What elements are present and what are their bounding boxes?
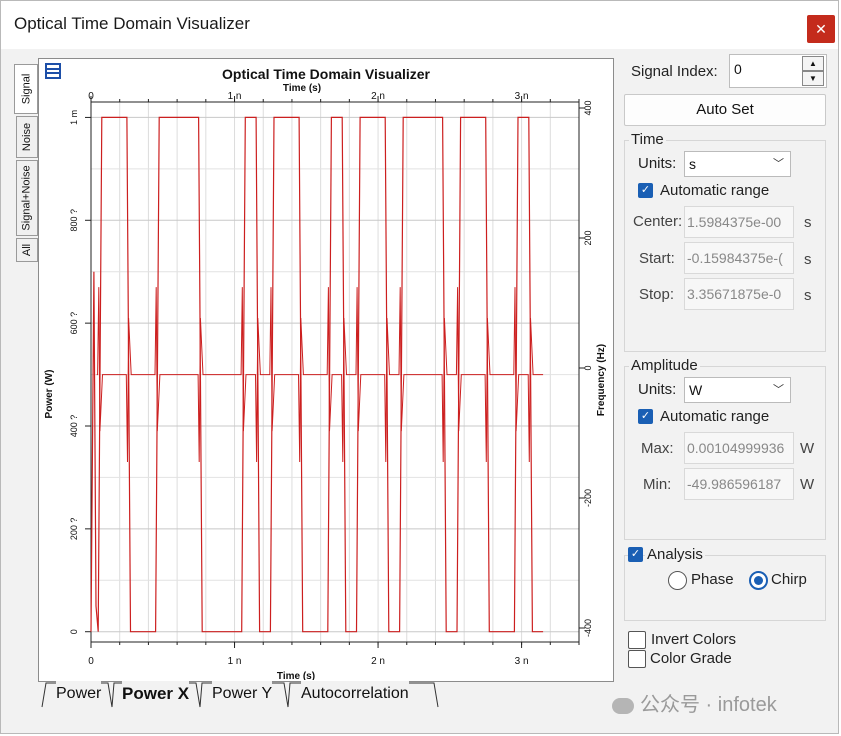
- y2-tick-label: 0: [583, 365, 593, 370]
- analysis-group: [624, 555, 826, 621]
- center-unit: s: [804, 214, 812, 231]
- y-tick-label: 800 ?: [69, 209, 79, 232]
- chirp-label: Chirp: [771, 571, 807, 588]
- center-label: Center:: [633, 213, 683, 230]
- amplitude-auto-range-checkbox[interactable]: ✓: [638, 409, 653, 424]
- tab-autocorrelation[interactable]: Autocorrelation: [301, 681, 409, 707]
- watermark: 公众号 · infotek: [612, 688, 777, 717]
- stepper-down-icon[interactable]: ▼: [802, 71, 824, 86]
- max-unit: W: [800, 440, 815, 457]
- side-tab-noise[interactable]: Noise: [16, 116, 38, 158]
- signal-index-value[interactable]: 0: [734, 61, 742, 77]
- y2-tick-label: -200: [583, 489, 593, 507]
- y-tick-label: 600 ?: [69, 312, 79, 335]
- min-label: Min:: [643, 476, 672, 493]
- color-grade-checkbox[interactable]: [628, 650, 646, 668]
- auto-set-button[interactable]: Auto Set: [624, 94, 826, 126]
- y2-tick-label: 400: [583, 100, 593, 115]
- min-unit: W: [800, 476, 815, 493]
- side-tab-signal[interactable]: Signal: [14, 64, 38, 114]
- chart-grid: [90, 102, 580, 642]
- chirp-radio[interactable]: [749, 571, 768, 590]
- window-title: Optical Time Domain Visualizer: [14, 14, 250, 33]
- signal-index-stepper[interactable]: 0 ▲ ▼: [729, 54, 827, 88]
- tab-power-x[interactable]: Power X: [122, 681, 190, 707]
- chat-bubble-icon: [612, 697, 634, 714]
- close-button[interactable]: ✕: [807, 15, 835, 43]
- time-units-label: Units:: [638, 155, 677, 172]
- x-tick-label: 1 n: [228, 656, 242, 667]
- bottom-tabs: Power Power X Power Y Autocorrelation: [40, 681, 614, 709]
- start-unit: s: [804, 251, 812, 268]
- center-field[interactable]: 1.5984375e-00: [684, 206, 794, 238]
- start-field[interactable]: -0.15984375e-(: [684, 242, 794, 274]
- x-tick-label: 0: [88, 656, 94, 667]
- y-axis-label: Power (W): [44, 370, 55, 419]
- x-axis-label-top: Time (s): [283, 83, 321, 94]
- y-tick-label: 200 ?: [69, 518, 79, 541]
- min-field[interactable]: -49.986596187: [684, 468, 794, 500]
- y2-tick-label: -400: [583, 619, 593, 637]
- side-tab-all[interactable]: All: [16, 238, 38, 262]
- y-tick-label: 400 ?: [69, 415, 79, 438]
- x-tick-label: 2 n: [371, 656, 385, 667]
- phase-label: Phase: [691, 571, 734, 588]
- stop-label: Stop:: [639, 286, 675, 303]
- chevron-down-icon: ﹀: [773, 384, 784, 396]
- chirp-trace: [96, 287, 544, 463]
- stop-field[interactable]: 3.35671875e-0: [684, 278, 794, 310]
- amplitude-units-label: Units:: [638, 381, 677, 398]
- chart[interactable]: 001 n1 n2 n2 n3 n3 n0200 ?400 ?600 ?800 …: [38, 58, 612, 680]
- time-group-title: Time: [629, 131, 666, 148]
- analysis-group-title: Analysis: [645, 546, 705, 563]
- phase-radio[interactable]: [668, 571, 687, 590]
- time-auto-range-label: Automatic range: [660, 182, 770, 199]
- stop-unit: s: [804, 287, 812, 304]
- chevron-down-icon: ﹀: [773, 158, 784, 170]
- title-bar: Optical Time Domain Visualizer ✕: [1, 1, 838, 49]
- amplitude-group-title: Amplitude: [629, 357, 700, 374]
- y2-tick-label: 200: [583, 230, 593, 245]
- x-tick-label: 3 n: [515, 656, 529, 667]
- invert-colors-label: Invert Colors: [651, 631, 737, 648]
- signal-index-label: Signal Index:: [631, 63, 718, 80]
- amplitude-auto-range-label: Automatic range: [660, 408, 770, 425]
- stepper-up-icon[interactable]: ▲: [802, 56, 824, 71]
- x-axis-label: Time (s): [277, 671, 315, 680]
- start-label: Start:: [639, 250, 675, 267]
- time-units-select[interactable]: s ﹀: [684, 151, 791, 177]
- analysis-checkbox[interactable]: ✓: [628, 547, 643, 562]
- max-field[interactable]: 0.00104999936: [684, 432, 794, 464]
- y-tick-label: 1 m: [69, 110, 79, 125]
- chart-axes: [90, 101, 580, 643]
- tab-power[interactable]: Power: [56, 681, 102, 707]
- time-auto-range-checkbox[interactable]: ✓: [638, 183, 653, 198]
- y2-axis-label: Frequency (Hz): [596, 344, 607, 416]
- max-label: Max:: [641, 440, 674, 457]
- tab-power-y[interactable]: Power Y: [212, 681, 273, 707]
- side-tab-signal-noise[interactable]: Signal+Noise: [16, 160, 38, 236]
- y-tick-label: 0: [69, 629, 79, 634]
- amplitude-units-select[interactable]: W ﹀: [684, 377, 791, 403]
- plot-area-border: [90, 101, 580, 643]
- color-grade-label: Color Grade: [650, 650, 732, 667]
- invert-colors-checkbox[interactable]: [628, 631, 646, 649]
